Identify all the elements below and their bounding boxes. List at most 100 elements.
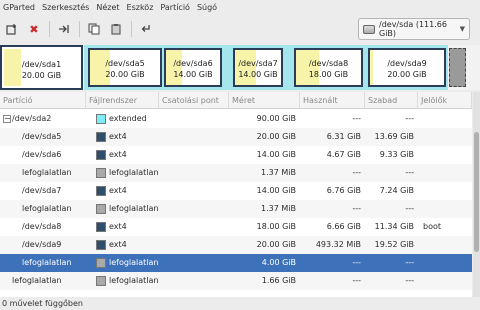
new-partition-icon[interactable] [3,20,21,38]
undo-icon[interactable] [137,20,155,38]
cell-flags [423,182,471,200]
graph-partition-name: /dev/sda8 [308,59,349,68]
table-row[interactable]: /dev/sda5 ext4 20.00 GiB 6.31 GiB 13.69 GiB [0,128,472,146]
graph-unallocated[interactable] [449,48,466,87]
collapse-icon[interactable]: − [3,115,11,123]
device-label: /dev/sda (111.66 GiB) [379,20,447,38]
column-header-filesystem[interactable]: Fájlrendszer [86,92,159,109]
cell-flags [423,146,471,164]
graph-partition-name: /dev/sda5 [105,59,145,68]
graph-partition-size: 20.00 GiB [387,70,427,79]
graph-partition-name: /dev/sda9 [387,59,427,68]
column-header-size[interactable]: Méret [229,92,300,109]
column-header-flags[interactable]: Jelölők [418,92,472,109]
table-row[interactable]: lefoglalatlan lefoglalatlan 1.66 GiB --- --- [0,272,472,290]
cell-size: 1.66 GiB [261,276,296,285]
cell-partition: /dev/sda9 [22,240,62,249]
column-header-partition[interactable]: Partíció [0,92,86,109]
table-scrollbar[interactable] [473,92,480,297]
graph-partition-sda1[interactable]: /dev/sda1 20.00 GiB [0,45,83,90]
cell-filesystem: lefoglalatlan [109,204,159,213]
graph-partition-size: 14.00 GiB [173,70,213,79]
cell-size: 18.00 GiB [256,222,296,231]
cell-flags [423,272,471,290]
cell-flags [423,164,471,182]
menu-gparted[interactable]: GParted [3,3,35,12]
filesystem-color-icon [96,150,106,160]
filesystem-color-icon [96,276,106,286]
paste-icon[interactable] [107,20,125,38]
cell-filesystem: ext4 [109,222,127,231]
cell-filesystem: extended [109,114,147,123]
graph-partition-size: 14.00 GiB [238,70,278,79]
harddisk-icon [363,24,375,34]
menu-edit[interactable]: Szerkesztés [42,3,89,12]
graph-partition-sda5[interactable]: /dev/sda5 20.00 GiB [88,48,162,87]
menu-view[interactable]: Nézet [96,3,119,12]
graph-partition-sda7[interactable]: /dev/sda7 14.00 GiB [233,48,283,87]
cell-free: --- [405,276,414,285]
graph-partition-size: 18.00 GiB [308,70,349,79]
cell-flags [423,200,471,218]
cell-used: --- [352,168,361,177]
cell-filesystem: lefoglalatlan [109,168,159,177]
table-row[interactable]: lefoglalatlan lefoglalatlan 1.37 MiB --- --- [0,164,472,182]
scrollbar-thumb[interactable] [474,132,479,252]
filesystem-color-icon [96,132,106,142]
graph-partition-sda8[interactable]: /dev/sda8 18.00 GiB [294,48,363,87]
cell-flags: boot [423,222,442,231]
cell-used: 6.66 GiB [326,222,361,231]
cell-size: 20.00 GiB [256,132,296,141]
filesystem-color-icon [96,204,106,214]
cell-filesystem: ext4 [109,240,127,249]
graph-partition-size: 20.00 GiB [21,71,62,80]
cell-used: --- [352,114,361,123]
cell-free: 7.24 GiB [379,186,414,195]
cell-free: --- [405,114,414,123]
graph-partition-sda6[interactable]: /dev/sda6 14.00 GiB [164,48,222,87]
cell-used: --- [352,258,361,267]
cell-size: 14.00 GiB [256,186,296,195]
column-header-free[interactable]: Szabad [365,92,418,109]
toolbar-separator [49,21,50,37]
table-row[interactable]: /dev/sda9 ext4 20.00 GiB 493.32 MiB 19.52 Gi… [0,236,472,254]
table-row[interactable]: /dev/sda7 ext4 14.00 GiB 6.76 GiB 7.24 GiB [0,182,472,200]
table-row[interactable]: −/dev/sda2 extended 90.00 GiB --- --- [0,110,472,128]
toolbar-separator [131,21,132,37]
graph-partition-name: /dev/sda6 [173,59,213,68]
cell-free: --- [405,168,414,177]
menu-device[interactable]: Eszköz [127,3,154,12]
partition-graph: /dev/sda1 20.00 GiB /dev/sda5 20.00 GiB /d… [0,45,480,90]
table-header: Partíció Fájlrendszer Csatolási pont Mér… [0,92,472,109]
partition-table: Partíció Fájlrendszer Csatolási pont Mér… [0,92,472,297]
status-bar: 0 művelet függőben [0,297,480,310]
graph-partition-size: 20.00 GiB [105,70,145,79]
cell-size: 1.37 MiB [261,204,296,213]
graph-partition-name: /dev/sda1 [21,60,62,69]
cell-used: 493.32 MiB [315,240,361,249]
graph-partition-sda9[interactable]: /dev/sda9 20.00 GiB [368,48,446,87]
cell-partition: /dev/sda7 [22,186,62,195]
menu-partition[interactable]: Partíció [160,3,190,12]
cell-flags [423,128,471,146]
device-selector[interactable]: /dev/sda (111.66 GiB) ▼ [358,18,470,40]
table-row[interactable]: lefoglalatlan lefoglalatlan 4.00 GiB --- --- [0,254,472,272]
cell-filesystem: ext4 [109,132,127,141]
cell-partition: lefoglalatlan [22,204,72,213]
menu-help[interactable]: Súgó [197,3,217,12]
cell-partition: lefoglalatlan [12,276,62,285]
table-row[interactable]: lefoglalatlan lefoglalatlan 1.37 MiB --- --- [0,200,472,218]
cell-size: 4.00 GiB [261,258,296,267]
filesystem-color-icon [96,114,106,124]
cell-flags [423,254,471,272]
filesystem-color-icon [96,168,106,178]
delete-icon[interactable]: ✖ [25,20,43,38]
resize-move-icon[interactable] [55,20,73,38]
table-row[interactable]: /dev/sda8 ext4 18.00 GiB 6.66 GiB 11.34 GiB b… [0,218,472,236]
column-header-used[interactable]: Használt [300,92,365,109]
cell-flags [423,110,471,128]
column-header-mountpoint[interactable]: Csatolási pont [159,92,229,109]
filesystem-color-icon [96,186,106,196]
copy-icon[interactable] [85,20,103,38]
table-row[interactable]: /dev/sda6 ext4 14.00 GiB 4.67 GiB 9.33 GiB [0,146,472,164]
